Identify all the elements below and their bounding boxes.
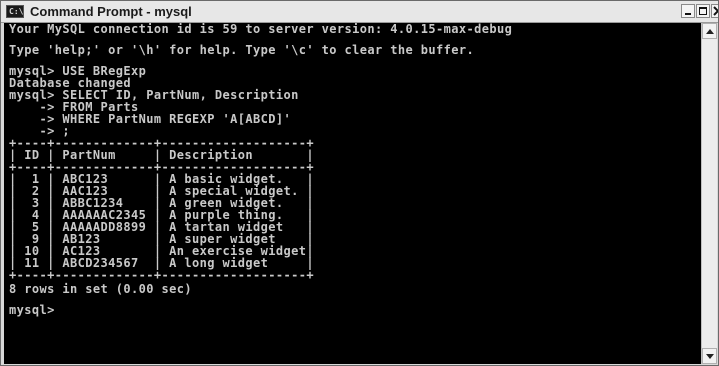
close-icon xyxy=(713,6,718,16)
mysql-prompt[interactable]: mysql> xyxy=(9,304,512,316)
title-bar[interactable]: C:\ Command Prompt - mysql xyxy=(1,1,718,23)
console-line: Type 'help;' or '\h' for help. Type '\c'… xyxy=(9,43,475,57)
command-prompt-window: C:\ Command Prompt - mysql Your MySQL co… xyxy=(0,0,719,366)
console-line: -> WHERE PartNum REGEXP 'A[ABCD]' xyxy=(9,112,292,126)
vertical-scrollbar[interactable] xyxy=(701,23,717,364)
console-line: Your MySQL connection id is 59 to server… xyxy=(9,23,513,36)
table-border: +----+-------------+-------------------+ xyxy=(9,268,314,282)
close-button[interactable] xyxy=(711,4,718,18)
window-title: Command Prompt - mysql xyxy=(30,4,192,19)
console-output-area[interactable]: Your MySQL connection id is 59 to server… xyxy=(4,23,701,364)
result-summary: 8 rows in set (0.00 sec) xyxy=(9,282,192,296)
maximize-button[interactable] xyxy=(696,4,710,18)
app-icon-label: C:\ xyxy=(9,7,24,16)
scroll-up-button[interactable] xyxy=(702,23,717,39)
scroll-down-button[interactable] xyxy=(702,348,717,364)
minimize-button[interactable] xyxy=(681,4,695,18)
scroll-down-arrow-icon xyxy=(706,354,714,359)
console-text: Your MySQL connection id is 59 to server… xyxy=(9,23,512,316)
scroll-up-arrow-icon xyxy=(706,29,714,34)
command-prompt-icon[interactable]: C:\ xyxy=(6,5,24,18)
